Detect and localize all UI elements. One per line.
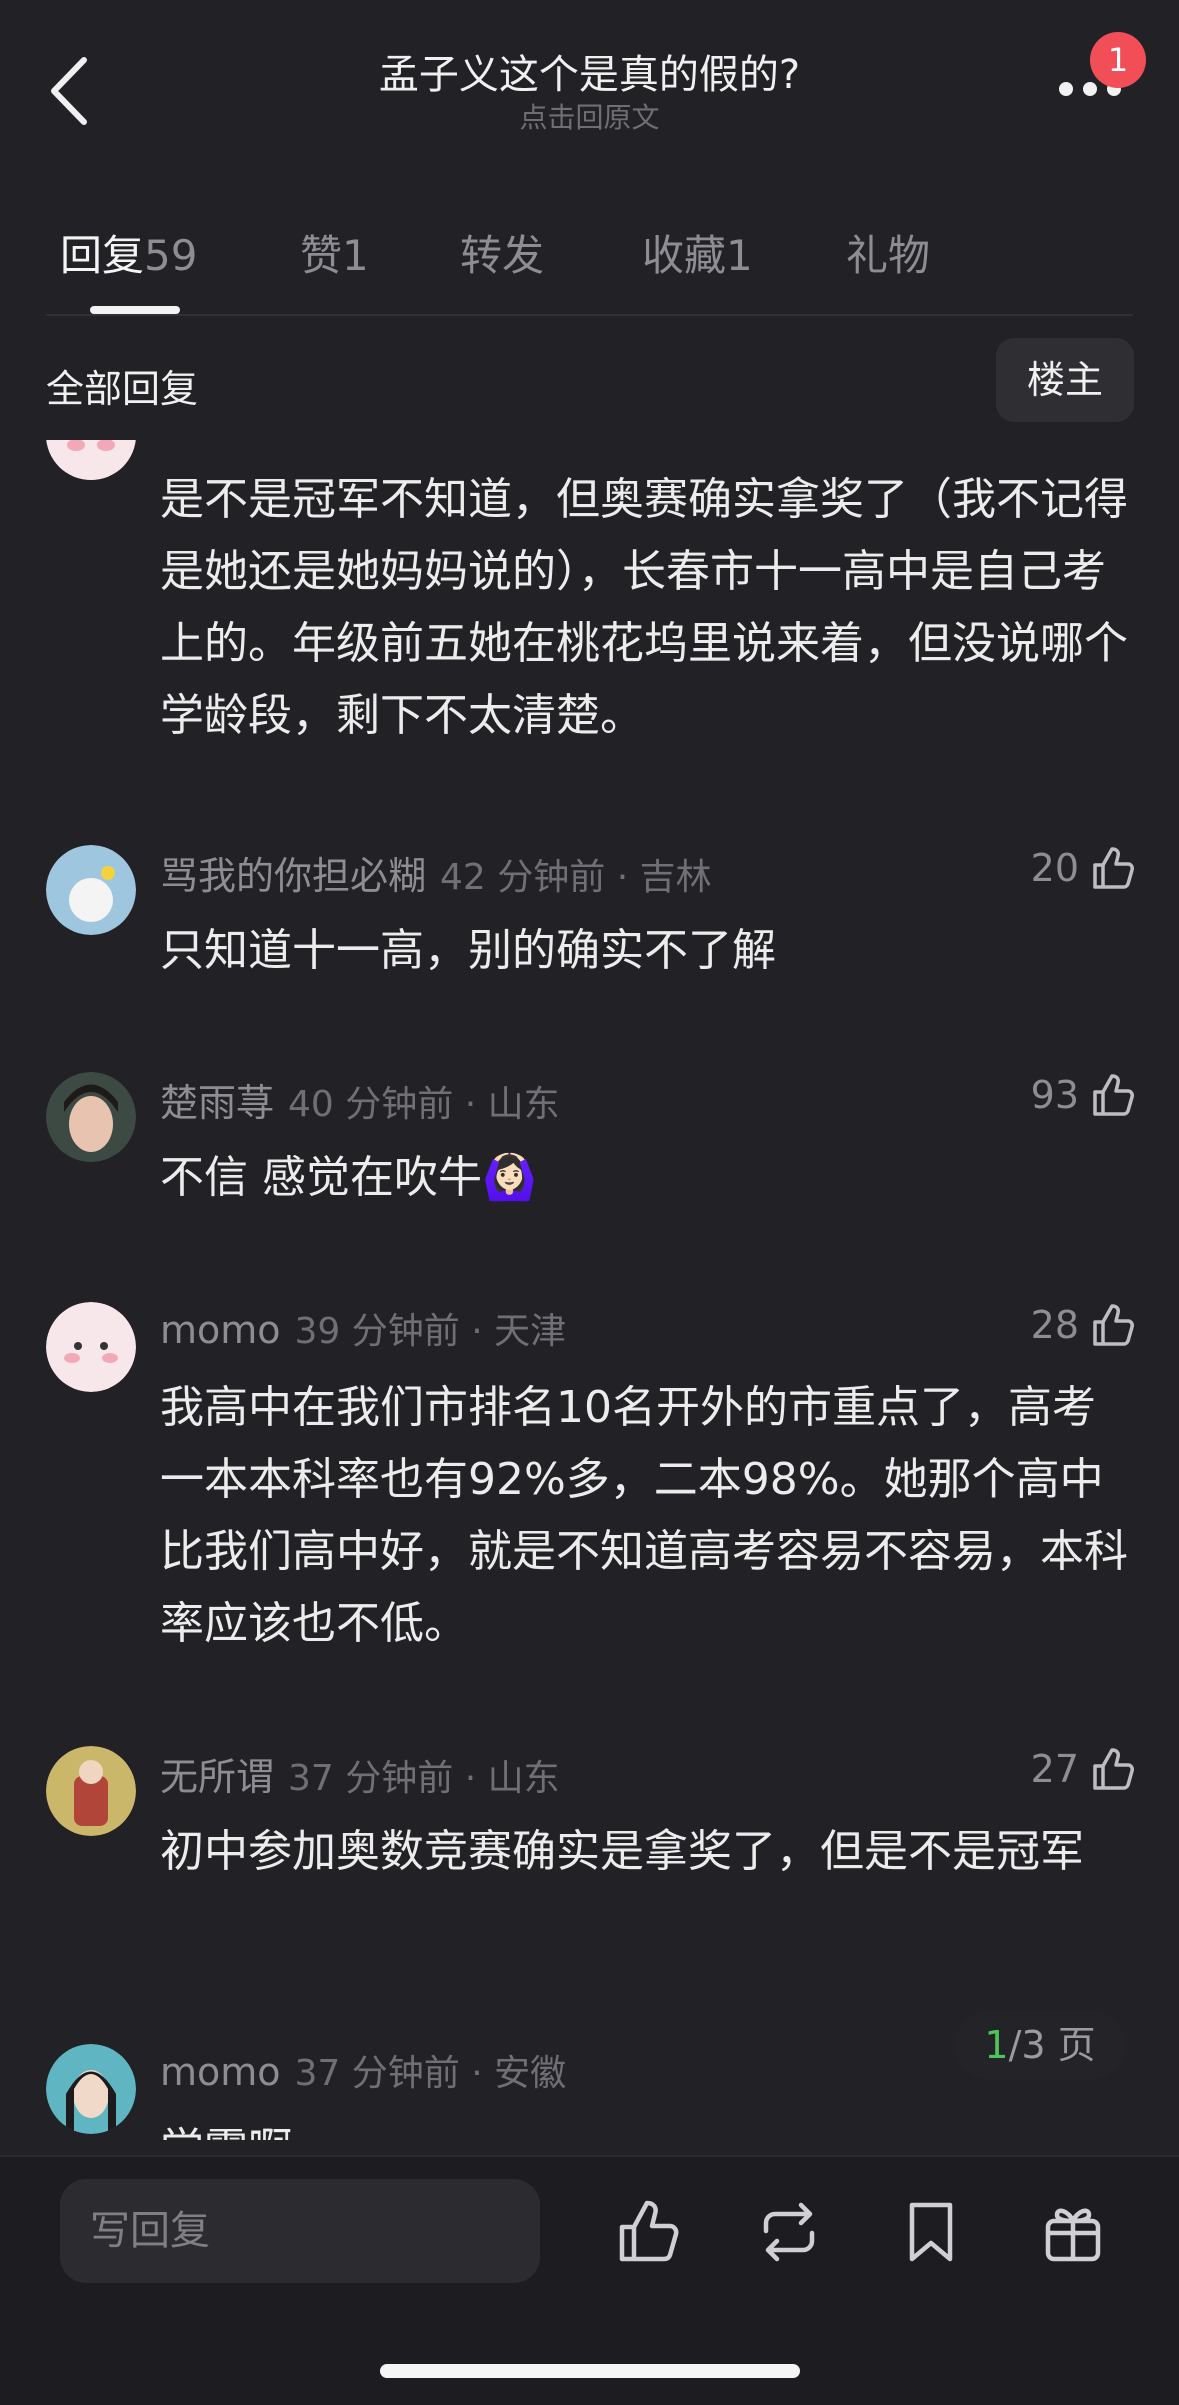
like-button[interactable]: 93 [1031,1072,1135,1118]
timestamp-location: 37 分钟前 · 安徽 [294,2053,567,2094]
repost-icon[interactable] [754,2197,824,2267]
comment-text: 我高中在我们市排名10名开外的市重点了，高考一本本科率也有92%多，二本98%。… [160,1382,1128,1649]
timestamp-location: 39 分钟前 · 天津 [294,1311,567,1352]
username[interactable]: 骂我的你担必糊 [160,854,426,898]
home-indicator [380,2364,800,2378]
reply-input[interactable]: 写回复 [60,2179,540,2283]
avatar[interactable] [46,1072,136,1162]
avatar[interactable] [46,1746,136,1836]
comment-text: 学霸啊 [160,2114,1135,2140]
comment-meta: 无所谓 37 分钟前 · 山东 [160,1746,560,1801]
username[interactable]: 无所谓 [160,1755,274,1799]
username[interactable]: momo [160,1308,281,1352]
gift-icon[interactable] [1038,2197,1108,2267]
post-title[interactable]: 孟子义这个是真的假的? [0,42,1179,100]
timestamp-location: 40 分钟前 · 山东 [288,1084,560,1125]
tab-gifts[interactable]: 礼物 [846,222,930,283]
like-button[interactable]: 20 [1031,845,1135,891]
page-indicator[interactable]: 1/3 页 [955,2010,1125,2080]
avatar[interactable] [46,2044,136,2134]
comment-meta: momo 39 分钟前 · 天津 [160,1302,566,1354]
comment-text: 只知道十一高，别的确实不了解 [160,925,776,976]
tab-favorites[interactable]: 收藏1 [642,222,753,283]
thumbs-up-icon [1093,1304,1134,1346]
username[interactable]: 楚雨荨 [160,1081,274,1125]
header: 孟子义这个是真的假的? 点击回原文 1 [0,0,1179,190]
comment-meta: 楚雨荨 40 分钟前 · 山东 [160,1072,560,1127]
tab-replies[interactable]: 回复59 [60,222,197,283]
thumbs-up-icon [1093,1748,1134,1790]
avatar[interactable] [46,440,136,480]
like-count: 28 [1030,1303,1079,1347]
timestamp-location: 42 分钟前 · 吉林 [440,857,712,898]
owner-only-button[interactable]: 楼主 [996,338,1134,422]
back-to-original-link[interactable]: 点击回原文 [0,96,1179,136]
all-replies-heading: 全部回复 [46,367,199,411]
bookmark-icon[interactable] [896,2197,966,2267]
comment-list: 是不是冠军不知道，但奥赛确实拿奖了（我不记得是她还是她妈妈说的），长春市十一高中… [0,440,1179,2140]
thumbs-up-icon [1093,847,1134,889]
like-count: 20 [1030,846,1079,890]
comment-text: 不信 感觉在吹牛🙆🏻‍♀️ [160,1152,537,1203]
like-count: 27 [1030,1747,1079,1791]
like-count: 93 [1030,1073,1079,1117]
comment-text: 是不是冠军不知道，但奥赛确实拿奖了（我不记得是她还是她妈妈说的），长春市十一高中… [160,474,1128,741]
notification-badge: 1 [1090,32,1146,88]
comment-text: 初中参加奥数竞赛确实是拿奖了，但是不是冠军 [160,1826,1084,1877]
timestamp-location: 37 分钟前 · 山东 [288,1758,560,1799]
avatar[interactable] [46,1302,136,1392]
like-button[interactable]: 28 [1031,1302,1135,1348]
username[interactable]: momo [160,2050,281,2094]
divider [46,314,1133,316]
comment-meta: momo 37 分钟前 · 安徽 [160,2044,566,2096]
like-button[interactable]: 27 [1031,1746,1135,1792]
thumbs-up-icon [1093,1074,1134,1116]
tab-likes[interactable]: 赞1 [300,222,369,283]
tab-bar: 回复59 赞1 转发 收藏1 礼物 [0,222,1179,316]
avatar[interactable] [46,845,136,935]
comment-meta: 骂我的你担必糊 42 分钟前 · 吉林 [160,845,712,900]
tab-reposts[interactable]: 转发 [460,222,544,283]
active-tab-indicator [90,306,180,314]
like-icon[interactable] [612,2197,682,2267]
